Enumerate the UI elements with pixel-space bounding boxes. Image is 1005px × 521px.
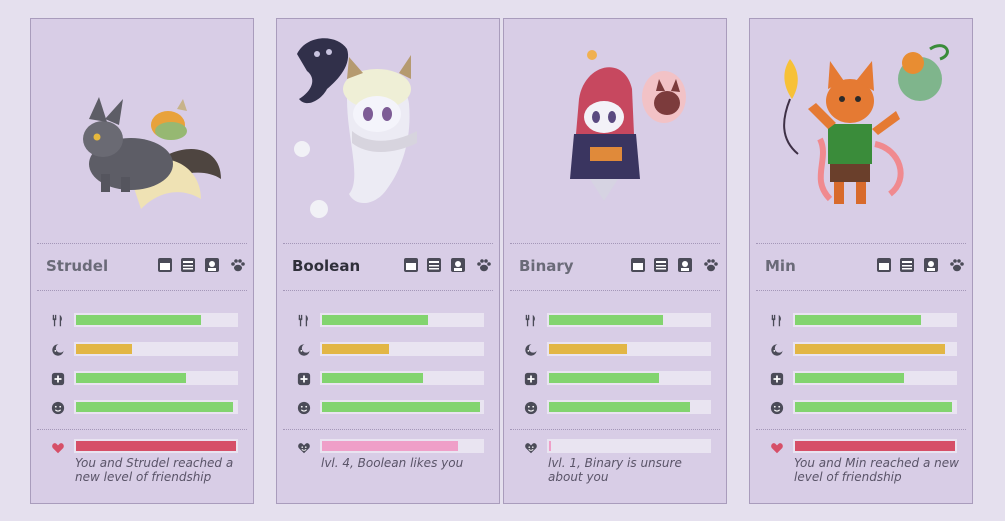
hunger-bar (74, 313, 238, 327)
smiley-icon (297, 400, 311, 415)
pet-card-min: Min You and Min reached a new level of f… (749, 18, 973, 504)
health-bar (793, 371, 957, 385)
friendship-message: lvl. 4, Boolean likes you (321, 456, 464, 470)
friendship-bar (320, 439, 484, 453)
hunger-bar-fill (549, 315, 663, 325)
hunger-bar-fill (76, 315, 201, 325)
health-bar-fill (549, 373, 659, 383)
heart-icon (51, 440, 65, 454)
friendship-bar-fill (795, 441, 955, 451)
notes-icon[interactable] (426, 257, 442, 273)
portrait-icon[interactable] (923, 257, 939, 273)
pet-card-strudel: Strudel You and Strudel reached a new le… (30, 18, 254, 504)
friendship-bar-fill (322, 441, 458, 451)
health-bar (74, 371, 238, 385)
mood-bar (547, 400, 711, 414)
pet-name[interactable]: Boolean (292, 257, 360, 275)
pet-image-boolean[interactable] (277, 19, 499, 244)
friendship-bar-fill (549, 441, 551, 451)
energy-bar (320, 342, 484, 356)
window-icon[interactable] (876, 257, 892, 273)
window-icon[interactable] (157, 257, 173, 273)
energy-bar (793, 342, 957, 356)
health-bar-fill (322, 373, 423, 383)
window-icon[interactable] (630, 257, 646, 273)
mood-bar (320, 400, 484, 414)
health-bar-fill (795, 373, 904, 383)
plus-icon (770, 371, 784, 386)
pet-name[interactable]: Binary (519, 257, 574, 275)
friendship-bar (793, 439, 957, 453)
moon-icon (51, 342, 65, 356)
pet-image-strudel[interactable] (31, 19, 253, 244)
portrait-icon[interactable] (204, 257, 220, 273)
mood-bar-fill (76, 402, 233, 412)
fork-knife-icon (770, 313, 784, 327)
pet-card-boolean: Boolean lvl. 4, Boolean likes you (276, 18, 500, 504)
pet-card-binary: Binary lvl. 1, Binary is unsure about yo… (503, 18, 727, 504)
mood-bar-fill (322, 402, 480, 412)
pet-name[interactable]: Strudel (46, 257, 108, 275)
notes-icon[interactable] (653, 257, 669, 273)
mood-bar (74, 400, 238, 414)
moon-icon (297, 342, 311, 356)
smiley-icon (524, 400, 538, 415)
paw-icon[interactable] (230, 257, 246, 273)
health-bar (547, 371, 711, 385)
energy-bar-fill (549, 344, 627, 354)
health-bar (320, 371, 484, 385)
heart-icon (770, 440, 784, 454)
moon-icon (524, 342, 538, 356)
energy-bar-fill (76, 344, 132, 354)
pet-name[interactable]: Min (765, 257, 796, 275)
moon-icon (770, 342, 784, 356)
hunger-bar (793, 313, 957, 327)
hunger-bar (320, 313, 484, 327)
energy-bar (74, 342, 238, 356)
plus-icon (51, 371, 65, 386)
notes-icon[interactable] (180, 257, 196, 273)
plus-icon (297, 371, 311, 386)
friendship-bar-fill (76, 441, 236, 451)
notes-icon[interactable] (899, 257, 915, 273)
fork-knife-icon (51, 313, 65, 327)
portrait-icon[interactable] (450, 257, 466, 273)
plus-icon (524, 371, 538, 386)
friendship-bar (74, 439, 238, 453)
friendship-bar (547, 439, 711, 453)
hunger-bar-fill (795, 315, 921, 325)
paw-icon[interactable] (476, 257, 492, 273)
mood-bar-fill (549, 402, 690, 412)
mood-bar-fill (795, 402, 952, 412)
heart-smile-icon (297, 440, 311, 454)
energy-bar (547, 342, 711, 356)
heart-smile-icon (524, 440, 538, 454)
pet-image-binary[interactable] (504, 19, 726, 244)
pet-image-min[interactable] (750, 19, 972, 244)
smiley-icon (770, 400, 784, 415)
fork-knife-icon (297, 313, 311, 327)
hunger-bar-fill (322, 315, 428, 325)
paw-icon[interactable] (703, 257, 719, 273)
energy-bar-fill (322, 344, 389, 354)
portrait-icon[interactable] (677, 257, 693, 273)
window-icon[interactable] (403, 257, 419, 273)
mood-bar (793, 400, 957, 414)
friendship-message: You and Strudel reached a new level of f… (75, 456, 234, 484)
friendship-message: You and Min reached a new level of frien… (794, 456, 959, 484)
smiley-icon (51, 400, 65, 415)
hunger-bar (547, 313, 711, 327)
friendship-message: lvl. 1, Binary is unsure about you (548, 456, 682, 484)
paw-icon[interactable] (949, 257, 965, 273)
health-bar-fill (76, 373, 186, 383)
energy-bar-fill (795, 344, 945, 354)
fork-knife-icon (524, 313, 538, 327)
